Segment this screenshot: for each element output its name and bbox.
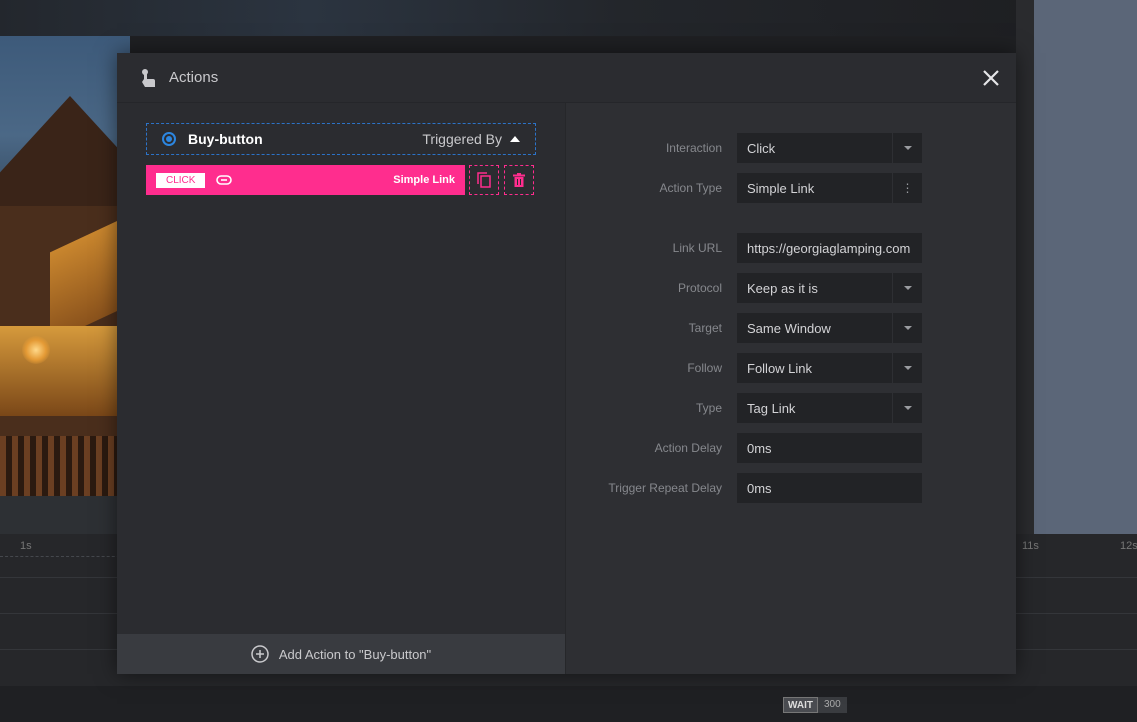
- trash-icon: [513, 173, 525, 187]
- triggered-by-toggle[interactable]: Triggered By: [422, 131, 520, 147]
- chevron-down-icon[interactable]: [892, 133, 922, 163]
- event-chip: CLICK: [156, 172, 206, 188]
- timeline-tick: 12s: [1120, 540, 1137, 552]
- protocol-field: Protocol Keep as it is: [566, 273, 1016, 303]
- action-item[interactable]: CLICK Simple Link: [146, 165, 465, 195]
- duplicate-action-button[interactable]: [469, 165, 499, 195]
- actions-modal: Actions Buy-button Triggered By CLICK Si…: [117, 53, 1016, 674]
- wait-badge[interactable]: WAIT 300: [783, 697, 847, 713]
- field-label: Protocol: [677, 281, 722, 295]
- field-label: Trigger Repeat Delay: [608, 481, 722, 495]
- copy-icon: [477, 172, 491, 188]
- modal-title: Actions: [169, 69, 219, 86]
- modal-header: Actions: [117, 53, 1016, 103]
- more-vertical-icon[interactable]: ⋮: [892, 173, 922, 203]
- field-label: Follow: [687, 361, 722, 375]
- editor-topbar: [0, 0, 1034, 36]
- interaction-field: Interaction Click: [566, 133, 1016, 163]
- delete-action-button[interactable]: [504, 165, 534, 195]
- type-select[interactable]: Tag Link: [737, 393, 922, 423]
- layer-row-buy-button[interactable]: Buy-button Triggered By: [146, 123, 536, 155]
- chevron-down-icon[interactable]: [892, 313, 922, 343]
- link-url-field: Link URL https://georgiaglamping.com: [566, 233, 1016, 263]
- target-select[interactable]: Same Window: [737, 313, 922, 343]
- protocol-select[interactable]: Keep as it is: [737, 273, 922, 303]
- action-type-select[interactable]: Simple Link ⋮: [737, 173, 922, 203]
- field-label: Type: [695, 401, 722, 415]
- chevron-down-icon[interactable]: [892, 393, 922, 423]
- chevron-down-icon[interactable]: [892, 273, 922, 303]
- action-settings-panel: Interaction Click Action Type Simple Lin…: [566, 103, 1016, 674]
- target-field: Target Same Window: [566, 313, 1016, 343]
- wait-label: WAIT: [783, 697, 818, 713]
- timeline-tick: 11s: [1022, 540, 1039, 552]
- radio-selected-icon[interactable]: [162, 132, 176, 146]
- type-field: Type Tag Link: [566, 393, 1016, 423]
- layer-name: Buy-button: [188, 131, 263, 147]
- canvas-edge: [1016, 0, 1034, 534]
- actions-list-panel: Buy-button Triggered By CLICK Simple Lin…: [117, 103, 566, 674]
- trigger-repeat-delay-field: Trigger Repeat Delay 0ms: [566, 473, 1016, 503]
- caret-up-icon: [510, 136, 520, 142]
- field-label: Link URL: [672, 241, 722, 255]
- timeline-tick: 1s: [20, 540, 32, 552]
- canvas-background-panel: [1034, 0, 1137, 534]
- close-icon[interactable]: [980, 67, 1002, 89]
- link-url-input[interactable]: https://georgiaglamping.com: [737, 233, 922, 263]
- action-delay-field: Action Delay 0ms: [566, 433, 1016, 463]
- add-action-label: Add Action to "Buy-button": [278, 646, 432, 662]
- action-delay-input[interactable]: 0ms: [737, 433, 922, 463]
- action-type-label: Simple Link: [393, 174, 455, 186]
- field-label: Action Delay: [654, 441, 722, 455]
- link-icon: [216, 175, 233, 185]
- wait-value: 300: [818, 697, 847, 713]
- field-label: Target: [688, 321, 722, 335]
- action-type-field: Action Type Simple Link ⋮: [566, 173, 1016, 203]
- canvas-image: [0, 36, 130, 534]
- pointer-hand-icon: [142, 68, 155, 87]
- triggered-by-label: Triggered By: [422, 131, 502, 147]
- chevron-down-icon[interactable]: [892, 353, 922, 383]
- follow-select[interactable]: Follow Link: [737, 353, 922, 383]
- plus-circle-icon: [251, 645, 269, 663]
- field-label: Action Type: [659, 181, 722, 195]
- field-label: Interaction: [665, 141, 722, 155]
- trigger-repeat-delay-input[interactable]: 0ms: [737, 473, 922, 503]
- follow-field: Follow Follow Link: [566, 353, 1016, 383]
- interaction-select[interactable]: Click: [737, 133, 922, 163]
- add-action-button[interactable]: Add Action to "Buy-button": [117, 634, 565, 674]
